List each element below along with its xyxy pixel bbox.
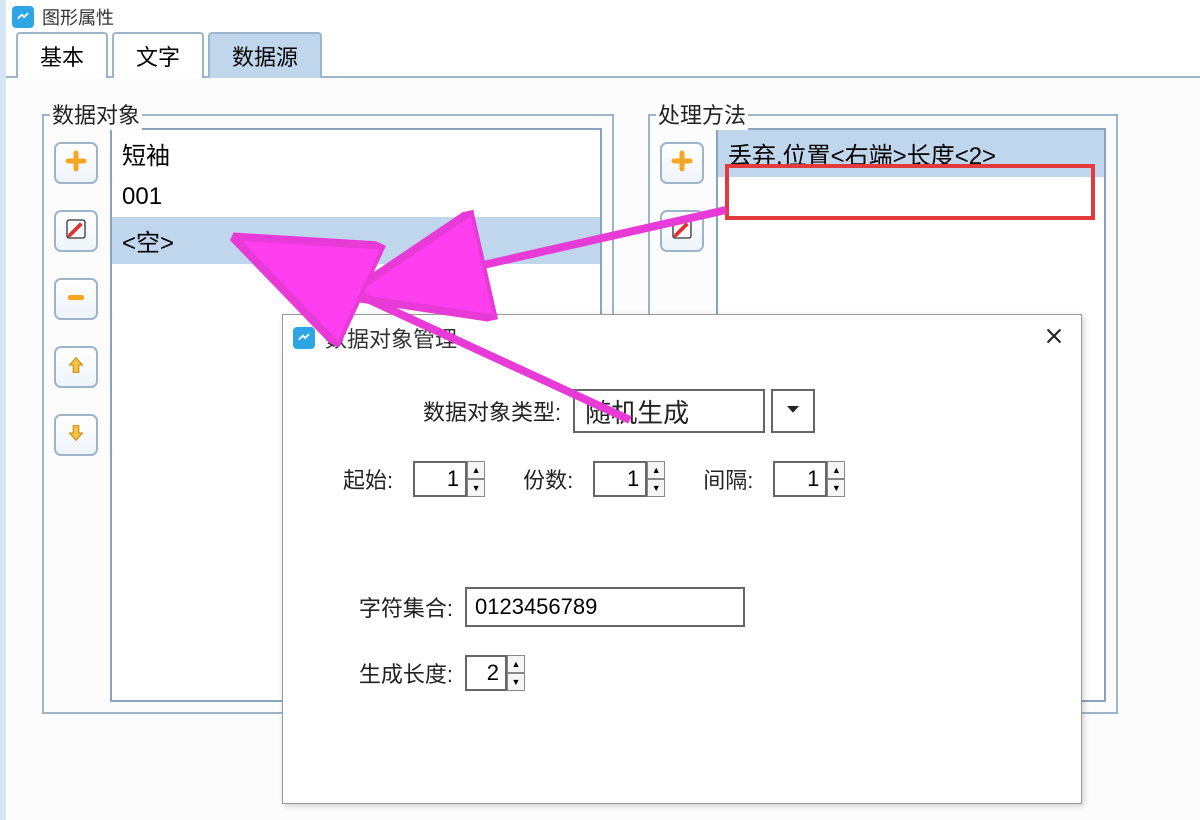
- close-icon: [1044, 326, 1064, 351]
- type-label: 数据对象类型:: [423, 395, 561, 427]
- caret-up-icon: ▲: [832, 465, 841, 475]
- minus-icon: [64, 285, 88, 314]
- group-process-methods-label: 处理方法: [656, 98, 748, 130]
- add-button[interactable]: [54, 142, 98, 184]
- list-item[interactable]: <空>: [112, 217, 600, 264]
- interval-input[interactable]: [773, 461, 827, 497]
- spin-down-button[interactable]: ▼: [507, 673, 525, 691]
- caret-down-icon: ▼: [652, 483, 661, 493]
- copies-spin[interactable]: ▲ ▼: [593, 461, 665, 497]
- genlen-label: 生成长度:: [343, 657, 453, 689]
- tab-datasource[interactable]: 数据源: [208, 32, 322, 78]
- spin-up-button[interactable]: ▲: [827, 461, 845, 479]
- caret-down-icon: ▼: [512, 677, 521, 687]
- window-title: 图形属性: [42, 4, 114, 30]
- group-data-objects-label: 数据对象: [50, 98, 142, 130]
- tab-text[interactable]: 文字: [112, 32, 204, 78]
- pencil-icon: [670, 217, 694, 246]
- charset-input[interactable]: [465, 587, 745, 627]
- plus-icon: [670, 149, 694, 178]
- delete-button[interactable]: [54, 278, 98, 320]
- tab-basic[interactable]: 基本: [16, 32, 108, 78]
- spin-up-button[interactable]: ▲: [507, 655, 525, 673]
- type-combo-button[interactable]: [771, 389, 815, 433]
- charset-label: 字符集合:: [343, 591, 453, 623]
- spin-down-button[interactable]: ▼: [467, 479, 485, 497]
- interval-label: 间隔:: [703, 463, 753, 495]
- list-item[interactable]: 丢弃,位置<右端>长度<2>: [718, 130, 1104, 177]
- start-label: 起始:: [343, 463, 393, 495]
- spin-up-button[interactable]: ▲: [467, 461, 485, 479]
- data-object-manager-dialog: 数据对象管理 数据对象类型: 随机生成 起始:: [282, 314, 1082, 804]
- pencil-icon: [64, 217, 88, 246]
- caret-down-icon: ▼: [832, 483, 841, 493]
- start-spin[interactable]: ▲ ▼: [413, 461, 485, 497]
- tabbar: 基本 文字 数据源: [6, 34, 1200, 78]
- copies-input[interactable]: [593, 461, 647, 497]
- left-toolbar: [54, 128, 98, 702]
- spin-down-button[interactable]: ▼: [827, 479, 845, 497]
- edit-button[interactable]: [660, 210, 704, 252]
- app-logo-icon: [12, 6, 34, 28]
- spin-up-button[interactable]: ▲: [647, 461, 665, 479]
- move-up-button[interactable]: [54, 346, 98, 388]
- dialog-close-button[interactable]: [1037, 321, 1071, 355]
- type-combo[interactable]: 随机生成: [573, 389, 815, 433]
- list-item[interactable]: 短袖: [112, 130, 600, 177]
- move-down-button[interactable]: [54, 414, 98, 456]
- dialog-logo-icon: [293, 327, 315, 349]
- arrow-up-icon: [65, 354, 87, 381]
- caret-up-icon: ▲: [472, 465, 481, 475]
- titlebar: 图形属性: [6, 0, 1200, 34]
- edit-button[interactable]: [54, 210, 98, 252]
- spin-down-button[interactable]: ▼: [647, 479, 665, 497]
- start-input[interactable]: [413, 461, 467, 497]
- copies-label: 份数:: [523, 463, 573, 495]
- interval-spin[interactable]: ▲ ▼: [773, 461, 845, 497]
- plus-icon: [64, 149, 88, 178]
- genlen-spin[interactable]: ▲ ▼: [465, 655, 525, 691]
- list-item[interactable]: 001: [112, 177, 600, 217]
- caret-down-icon: ▼: [472, 483, 481, 493]
- dialog-body: 数据对象类型: 随机生成 起始: ▲ ▼ 份数:: [283, 361, 1081, 729]
- chevron-down-icon: [784, 398, 802, 424]
- add-button[interactable]: [660, 142, 704, 184]
- caret-up-icon: ▲: [512, 659, 521, 669]
- dialog-title: 数据对象管理: [325, 322, 457, 354]
- caret-up-icon: ▲: [652, 465, 661, 475]
- dialog-titlebar: 数据对象管理: [283, 315, 1081, 361]
- genlen-input[interactable]: [465, 655, 507, 691]
- arrow-down-icon: [65, 422, 87, 449]
- type-combo-value: 随机生成: [573, 389, 765, 433]
